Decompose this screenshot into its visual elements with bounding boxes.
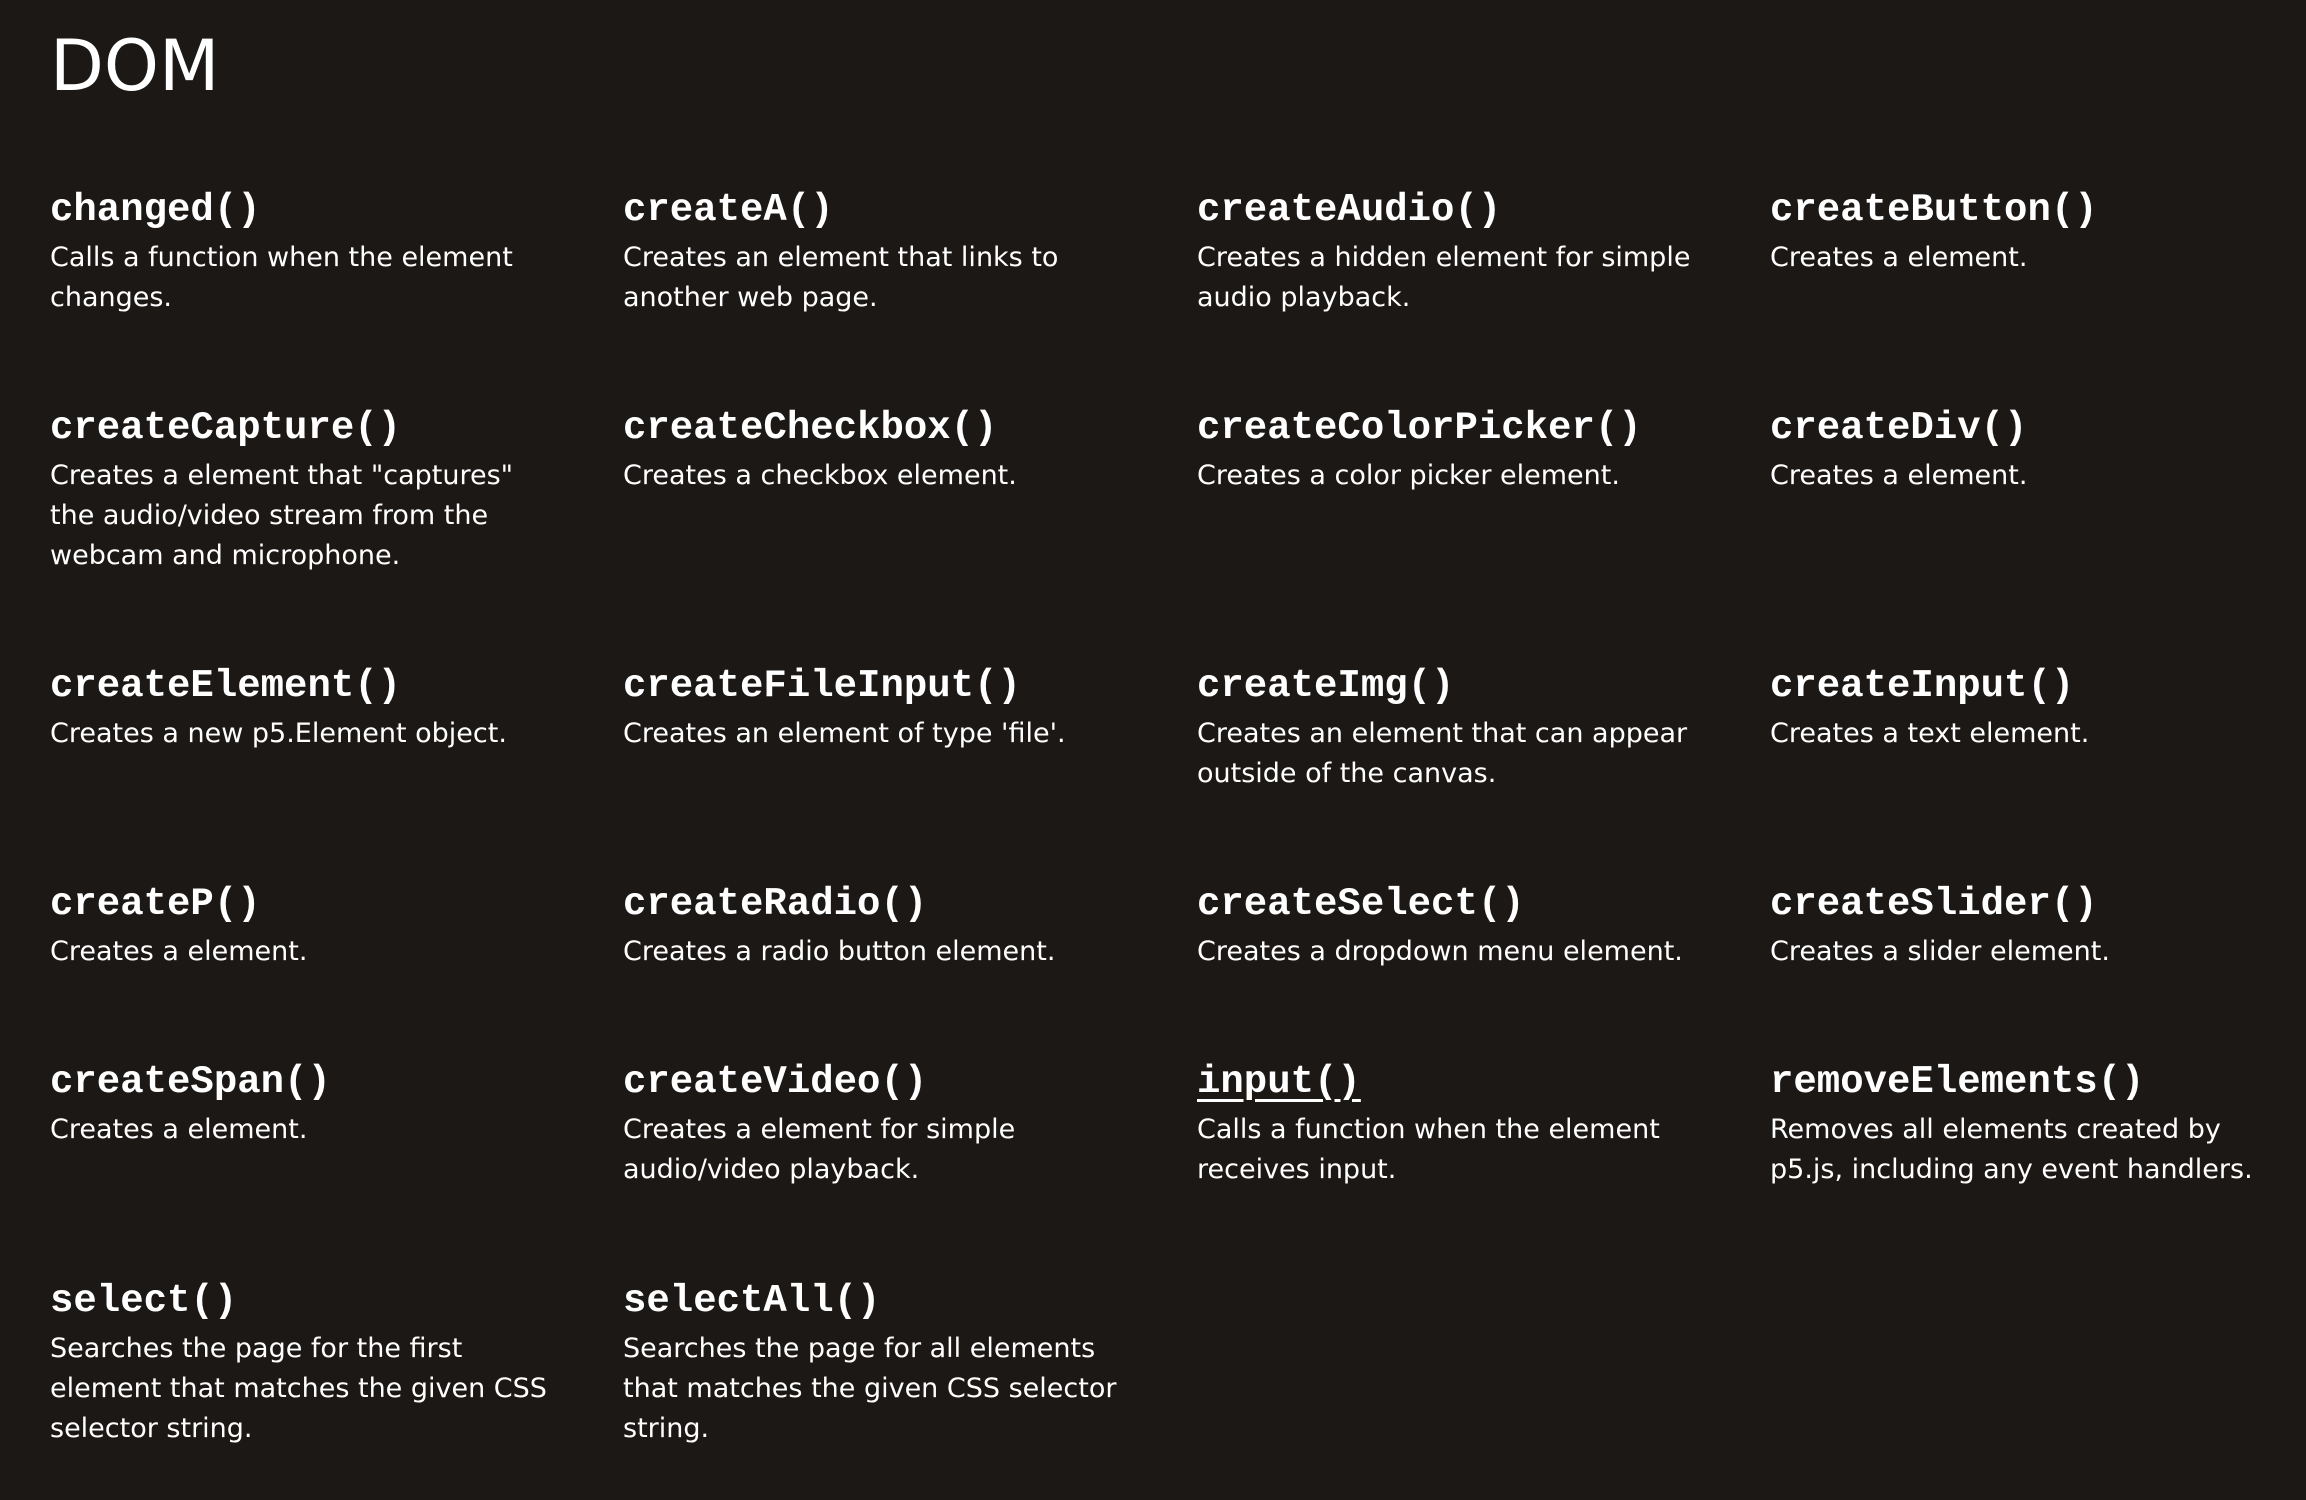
reference-link-createInput[interactable]: createInput() [1770,663,2074,709]
reference-link-changed[interactable]: changed() [50,187,261,233]
reference-description: Calls a function when the element change… [50,242,513,313]
reference-link-selectAll[interactable]: selectAll() [623,1278,880,1324]
reference-description: Creates a element. [50,936,308,967]
reference-description: Creates a new p5.Element object. [50,718,507,749]
reference-item-createRadio: createRadio() Creates a radio button ele… [623,881,1143,972]
reference-item-removeElements: removeElements() Removes all elements cr… [1770,1059,2290,1190]
reference-item-createP: createP() Creates a element. [50,881,570,972]
reference-link-createVideo[interactable]: createVideo() [623,1059,927,1105]
reference-description: Creates a element that "captures" the au… [50,460,514,571]
reference-item-selectAll: selectAll() Searches the page for all el… [623,1278,1143,1449]
reference-link-createAudio[interactable]: createAudio() [1197,187,1501,233]
reference-item-createElement: createElement() Creates a new p5.Element… [50,663,570,754]
reference-link-createRadio[interactable]: createRadio() [623,881,927,927]
reference-description: Searches the page for all elements that … [623,1333,1117,1444]
reference-item-createCapture: createCapture() Creates a element that "… [50,405,570,576]
reference-page: DOM changed() Calls a function when the … [0,0,2306,1500]
reference-description: Creates a checkbox element. [623,460,1017,491]
reference-item-createSlider: createSlider() Creates a slider element. [1770,881,2290,972]
reference-description: Creates an element that can appear outsi… [1197,718,1688,789]
reference-link-createImg[interactable]: createImg() [1197,663,1454,709]
reference-item-createButton: createButton() Creates a element. [1770,187,2290,278]
reference-item-createDiv: createDiv() Creates a element. [1770,405,2290,496]
reference-description: Creates a dropdown menu element. [1197,936,1683,967]
reference-link-createFileInput[interactable]: createFileInput() [623,663,1021,709]
reference-item-createImg: createImg() Creates an element that can … [1197,663,1717,794]
reference-description: Removes all elements created by p5.js, i… [1770,1114,2253,1185]
reference-link-createA[interactable]: createA() [623,187,834,233]
reference-description: Creates a hidden element for simple audi… [1197,242,1691,313]
reference-description: Creates an element that links to another… [623,242,1059,313]
reference-link-createCheckbox[interactable]: createCheckbox() [623,405,997,451]
reference-description: Calls a function when the element receiv… [1197,1114,1660,1185]
reference-item-select: select() Searches the page for the first… [50,1278,570,1449]
reference-link-createDiv[interactable]: createDiv() [1770,405,2027,451]
reference-item-createVideo: createVideo() Creates a element for simp… [623,1059,1143,1190]
reference-description: Creates an element of type 'file'. [623,718,1066,749]
reference-description: Searches the page for the first element … [50,1333,547,1444]
reference-item-createA: createA() Creates an element that links … [623,187,1143,318]
reference-item-createFileInput: createFileInput() Creates an element of … [623,663,1143,754]
reference-item-createInput: createInput() Creates a text element. [1770,663,2290,754]
reference-description: Creates a radio button element. [623,936,1056,967]
reference-item-createCheckbox: createCheckbox() Creates a checkbox elem… [623,405,1143,496]
reference-description: Creates a element. [1770,242,2028,273]
reference-description: Creates a element. [50,1114,308,1145]
reference-link-select[interactable]: select() [50,1278,237,1324]
reference-link-createP[interactable]: createP() [50,881,261,927]
reference-link-createSelect[interactable]: createSelect() [1197,881,1525,927]
section-title: DOM [50,25,220,107]
reference-link-createCapture[interactable]: createCapture() [50,405,401,451]
reference-item-createAudio: createAudio() Creates a hidden element f… [1197,187,1717,318]
reference-link-createSlider[interactable]: createSlider() [1770,881,2098,927]
reference-link-createColorPicker[interactable]: createColorPicker() [1197,405,1642,451]
reference-description: Creates a slider element. [1770,936,2110,967]
reference-description: Creates a element. [1770,460,2028,491]
reference-description: Creates a text element. [1770,718,2090,749]
reference-item-createSelect: createSelect() Creates a dropdown menu e… [1197,881,1717,972]
reference-item-changed: changed() Calls a function when the elem… [50,187,570,318]
reference-description: Creates a element for simple audio/video… [623,1114,1016,1185]
reference-link-createButton[interactable]: createButton() [1770,187,2098,233]
reference-link-createSpan[interactable]: createSpan() [50,1059,331,1105]
reference-link-removeElements[interactable]: removeElements() [1770,1059,2144,1105]
reference-item-createSpan: createSpan() Creates a element. [50,1059,570,1150]
reference-link-createElement[interactable]: createElement() [50,663,401,709]
reference-item-input: input() Calls a function when the elemen… [1197,1059,1717,1190]
reference-link-input[interactable]: input() [1197,1059,1361,1105]
reference-item-createColorPicker: createColorPicker() Creates a color pick… [1197,405,1717,496]
reference-description: Creates a color picker element. [1197,460,1620,491]
